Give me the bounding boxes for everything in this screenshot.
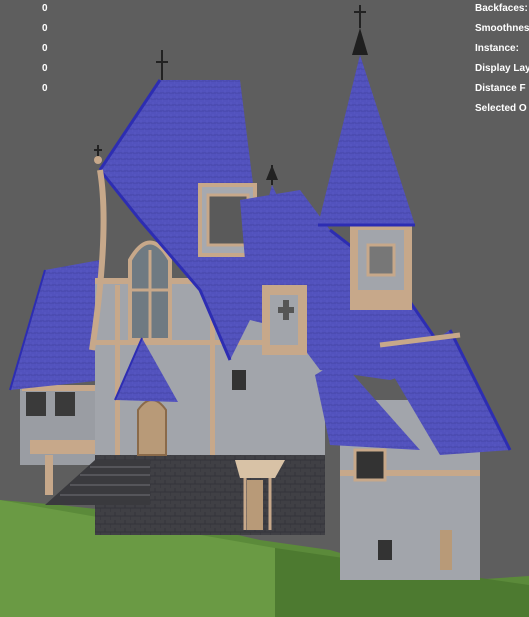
- hud-label-distance: Distance F: [475, 83, 526, 94]
- hud-label-instance: Instance:: [475, 43, 519, 54]
- stat-value: 0: [42, 43, 48, 54]
- front-stairs: [45, 460, 150, 505]
- hud-label-smoothness: Smoothness: [475, 23, 529, 34]
- left-wing: [9, 260, 105, 495]
- 3d-viewport[interactable]: 0 0 0 0 0 Backfaces: Smoothness Instance…: [0, 0, 529, 617]
- stat-value: 0: [42, 3, 48, 14]
- stat-value: 0: [42, 83, 48, 94]
- viewport-scene[interactable]: [0, 0, 529, 617]
- stat-value: 0: [42, 23, 48, 34]
- hud-label-selected: Selected O: [475, 103, 527, 114]
- hud-label-display-layer: Display Lay: [475, 63, 529, 74]
- stat-value: 0: [42, 63, 48, 74]
- hud-label-backfaces: Backfaces:: [475, 3, 528, 14]
